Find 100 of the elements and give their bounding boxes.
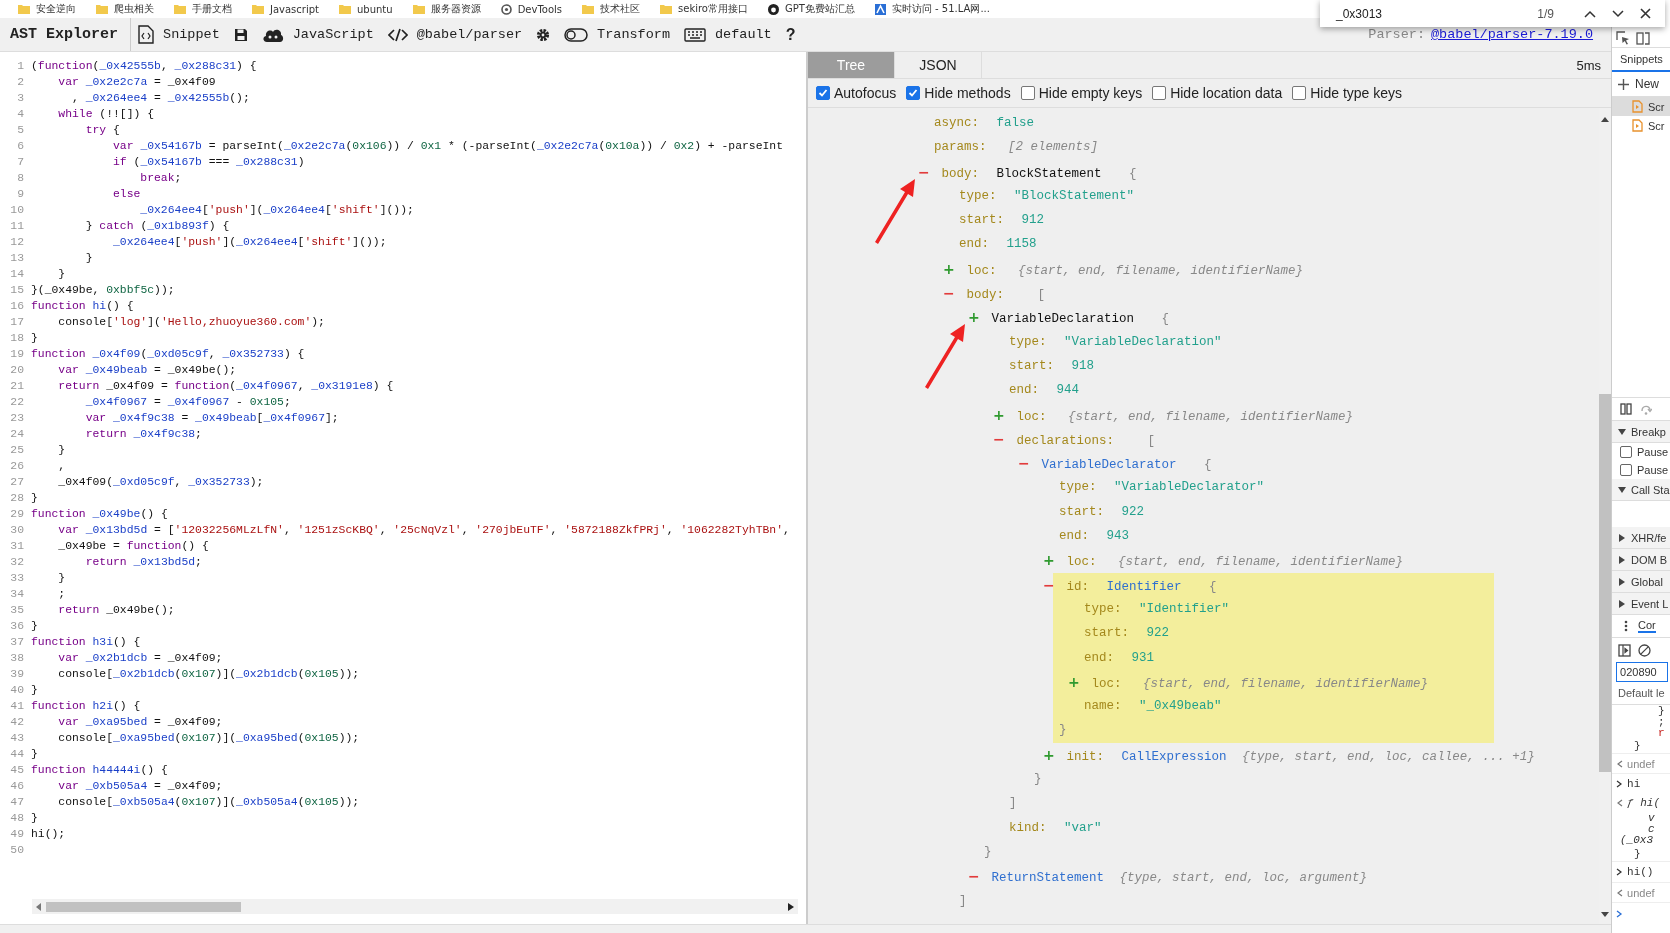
console-text: } xyxy=(1658,705,1665,717)
pane-header[interactable]: XHR/fe xyxy=(1612,527,1670,549)
node-type[interactable]: VariableDeclarator xyxy=(1041,458,1177,473)
line-number: 47 xyxy=(9,795,25,810)
code-line: ; xyxy=(57,587,66,602)
property-value: 912 xyxy=(1021,213,1045,228)
pane-header[interactable]: Breakp xyxy=(1612,421,1670,443)
checkbox[interactable] xyxy=(906,86,921,100)
caret-icon xyxy=(1618,427,1627,436)
plus-icon xyxy=(1618,78,1630,90)
checkbox[interactable] xyxy=(1020,86,1035,100)
bookmark-link[interactable]: ubuntu xyxy=(357,3,393,15)
bookmark-link[interactable]: 手册文档 xyxy=(192,2,232,16)
snippets-tab[interactable]: Snippets xyxy=(1612,48,1670,72)
bookmark-link[interactable]: 实时访问 - 51.LA网... xyxy=(891,2,990,16)
option-label[interactable]: Hide type keys xyxy=(1310,85,1403,101)
checkbox[interactable] xyxy=(816,86,830,100)
clear-icon[interactable] xyxy=(1638,643,1652,657)
toolbar-button[interactable]: Transform xyxy=(597,27,670,42)
checkbox[interactable] xyxy=(1620,464,1633,476)
toggle-button[interactable]: − xyxy=(918,159,934,184)
node-type[interactable]: VariableDeclaration xyxy=(991,312,1135,327)
bookmark-link[interactable]: sekiro常用接口 xyxy=(678,2,748,16)
scroll-down-icon[interactable] xyxy=(1600,912,1611,918)
node-type[interactable]: CallExpression xyxy=(1121,749,1227,764)
toolbar-button[interactable]: Snippet xyxy=(163,27,220,42)
pane-header[interactable]: Call Sta xyxy=(1612,479,1670,501)
scroll-left-icon[interactable] xyxy=(36,902,42,911)
bookmark-link[interactable]: 安全逆向 xyxy=(36,2,76,16)
bookmark-link[interactable]: 爬虫相关 xyxy=(114,2,154,16)
line-number: 37 xyxy=(9,635,25,650)
line-number: 18 xyxy=(9,331,25,346)
property-key: loc: xyxy=(966,263,997,278)
bookmark-link[interactable]: GPT免费站汇总 xyxy=(785,2,855,16)
view-tab[interactable]: JSON xyxy=(895,52,982,78)
line-number: 43 xyxy=(9,731,25,746)
option-label[interactable]: Autofocus xyxy=(834,85,897,101)
option-label[interactable]: Hide empty keys xyxy=(1038,85,1143,101)
code-line: function h2i() { xyxy=(31,699,141,714)
pane-header[interactable]: Global xyxy=(1612,571,1670,593)
toggle-button[interactable]: − xyxy=(943,281,959,306)
chevron-up-icon[interactable] xyxy=(1584,9,1596,18)
code-icon[interactable] xyxy=(387,27,408,42)
toolbar-button[interactable]: JavaScript xyxy=(292,27,374,42)
toolbar-button[interactable]: default xyxy=(715,27,772,42)
code-line: _0x49be = function() { xyxy=(57,539,209,554)
checkbox[interactable] xyxy=(1152,86,1167,100)
option-label[interactable]: Hide methods xyxy=(924,85,1011,101)
toolbar-button[interactable]: @babel/parser xyxy=(416,27,523,42)
toggle-button[interactable]: − xyxy=(968,864,984,889)
toggle-button[interactable]: − xyxy=(1043,572,1059,597)
code-line: } xyxy=(31,619,38,634)
scroll-up-icon[interactable] xyxy=(1600,116,1611,122)
node-type[interactable]: BlockStatement xyxy=(996,166,1102,181)
checkbox-label[interactable]: Pause xyxy=(1637,464,1669,476)
toggle-icon[interactable] xyxy=(564,27,589,42)
snippet-item[interactable]: Scr xyxy=(1612,97,1670,116)
checkbox-label[interactable]: Pause xyxy=(1637,446,1669,458)
node-type[interactable]: ReturnStatement xyxy=(991,871,1105,886)
folder-icon xyxy=(412,4,425,14)
toggle-button[interactable]: − xyxy=(993,426,1009,452)
snippet-item[interactable]: Scr xyxy=(1612,116,1670,135)
chevron-down-icon[interactable] xyxy=(1612,9,1624,18)
inspect-icon[interactable] xyxy=(1616,31,1631,45)
bookmark-link[interactable]: DevTools xyxy=(517,3,563,15)
folder-icon xyxy=(252,4,264,14)
levels-dropdown[interactable]: Default le xyxy=(1612,682,1670,705)
pause-icon[interactable] xyxy=(1620,403,1633,415)
scrollbar-thumb[interactable] xyxy=(1599,394,1612,772)
scroll-right-icon[interactable] xyxy=(788,902,794,911)
pane-header[interactable]: Event L xyxy=(1612,593,1670,615)
keyboard-icon[interactable] xyxy=(684,27,706,42)
property-key: type: xyxy=(959,188,997,203)
help-button[interactable]: ? xyxy=(785,25,796,44)
device-icon[interactable] xyxy=(1636,31,1651,45)
file-code-icon[interactable] xyxy=(138,25,155,44)
property-value: "var" xyxy=(1064,820,1102,835)
property-key: loc: xyxy=(1016,409,1047,424)
find-field[interactable]: _0x3013 xyxy=(1336,6,1522,21)
checkbox[interactable] xyxy=(1620,446,1633,458)
prompt-icon[interactable] xyxy=(1616,910,1624,918)
settings-icon[interactable] xyxy=(536,27,551,42)
folder-icon xyxy=(174,4,186,14)
close-icon[interactable] xyxy=(1640,8,1651,19)
console-tab[interactable]: Cor xyxy=(1638,619,1656,633)
bookmark-link[interactable]: 服务器资源 xyxy=(430,2,481,16)
toggle-button[interactable]: − xyxy=(1018,451,1034,476)
bookmark-link[interactable]: Javascript xyxy=(270,3,319,15)
sidebar-icon[interactable] xyxy=(1618,643,1632,657)
pane-header[interactable]: DOM B xyxy=(1612,549,1670,571)
node-type[interactable]: Identifier xyxy=(1106,579,1182,594)
bookmark-link[interactable]: 技术社区 xyxy=(600,2,641,16)
horizontal-scrollbar[interactable] xyxy=(32,899,798,914)
filter-field[interactable]: 020890 xyxy=(1616,662,1668,682)
option-label[interactable]: Hide location data xyxy=(1170,85,1283,101)
console-text: ; xyxy=(1658,715,1665,728)
save-icon[interactable] xyxy=(233,27,248,42)
checkbox[interactable] xyxy=(1292,86,1307,100)
kebab-menu-icon[interactable] xyxy=(1624,620,1629,632)
parser-link[interactable]: @babel/parser-7.19.0 xyxy=(1431,27,1594,42)
